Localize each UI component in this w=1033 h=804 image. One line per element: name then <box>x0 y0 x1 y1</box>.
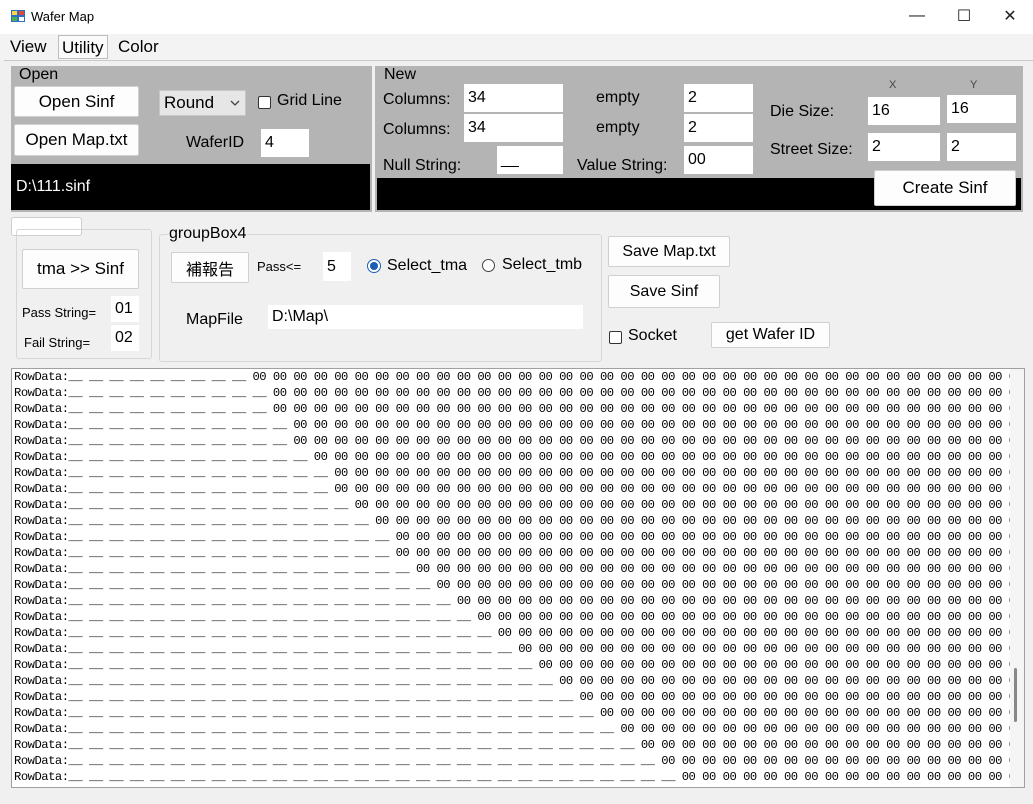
groupbox4-title: groupBox4 <box>168 225 248 243</box>
row-data-line: RowData:__ __ __ __ __ __ __ __ __ __ __… <box>12 785 1024 787</box>
row-data-line: RowData:__ __ __ __ __ __ __ __ __ __ __… <box>14 434 1025 448</box>
minimize-icon: — <box>909 7 925 24</box>
row-data-line: RowData:__ __ __ __ __ __ __ __ __ __ __… <box>14 514 1025 528</box>
row-data-line: RowData:__ __ __ __ __ __ __ __ __ __ __… <box>14 594 1025 608</box>
row-data-line: RowData:__ __ __ __ __ __ __ __ __ __ __… <box>14 546 1025 560</box>
chevron-down-icon <box>230 100 240 106</box>
title-bar <box>0 0 1033 34</box>
row-data-line: RowData:__ __ __ __ __ __ __ __ __ __ __… <box>14 658 1025 672</box>
street-size-y-input[interactable]: 2 <box>947 133 1016 161</box>
row-data-line: RowData:__ __ __ __ __ __ __ __ __ __ __… <box>14 418 1025 432</box>
select-tma-label: Select_tma <box>387 257 468 274</box>
value-string-input[interactable]: 00 <box>684 146 753 174</box>
columns-input-2[interactable]: 34 <box>464 114 563 142</box>
x-header: X <box>889 79 897 91</box>
minimize-button[interactable]: — <box>894 0 940 32</box>
select-tmb-label: Select_tmb <box>502 256 583 273</box>
row-data-line: RowData:__ __ __ __ __ __ __ __ __ __ __… <box>14 466 1025 480</box>
create-sinf-button[interactable]: Create Sinf <box>874 170 1016 206</box>
empty-label-2: empty <box>596 119 640 136</box>
row-data-line: RowData:__ __ __ __ __ __ __ __ __ __ 00… <box>14 386 1025 400</box>
pass-le-label: Pass<= <box>257 259 302 274</box>
shape-select-value: Round <box>164 93 215 112</box>
mapfile-label: MapFile <box>186 311 243 328</box>
row-data-line: RowData:__ __ __ __ __ __ __ __ __ __ __… <box>14 498 1025 512</box>
wafer-id-input[interactable]: 4 <box>261 129 309 157</box>
socket-label: Socket <box>628 327 677 344</box>
open-sinf-button[interactable]: Open Sinf <box>14 86 139 117</box>
open-group-title: Open <box>19 66 59 83</box>
row-data-line: RowData:__ __ __ __ __ __ __ __ __ __ __… <box>14 450 1025 464</box>
row-data-textarea[interactable]: RowData:__ __ __ __ __ __ __ __ __ 00 00… <box>11 368 1025 788</box>
menu-utility[interactable]: Utility <box>58 35 108 59</box>
columns-input-1[interactable]: 34 <box>464 84 563 112</box>
app-icon <box>11 10 25 22</box>
pass-le-input[interactable]: 5 <box>323 252 351 281</box>
socket-checkbox[interactable] <box>609 331 622 344</box>
grid-line-checkbox[interactable] <box>258 96 271 109</box>
die-size-label: Die Size: <box>770 103 835 120</box>
die-size-y-input[interactable]: 16 <box>947 95 1016 123</box>
empty-input-2[interactable]: 2 <box>684 114 753 142</box>
pass-string-label: Pass String= <box>22 305 97 320</box>
wafer-id-label: WaferID <box>186 134 245 151</box>
close-button[interactable]: ✕ <box>987 0 1033 32</box>
street-size-x-input[interactable]: 2 <box>868 133 940 161</box>
value-string-label: Value String: <box>577 157 668 174</box>
row-data-line: RowData:__ __ __ __ __ __ __ __ __ __ __… <box>14 690 1025 704</box>
save-map-button[interactable]: Save Map.txt <box>608 236 730 267</box>
menu-view[interactable]: View <box>7 35 50 59</box>
row-data-line: RowData:__ __ __ __ __ __ __ __ __ 00 00… <box>14 370 1025 384</box>
mapfile-input[interactable]: D:\Map\ <box>268 305 583 329</box>
street-size-label: Street Size: <box>770 141 853 158</box>
window-title: Wafer Map <box>31 9 95 24</box>
report-button[interactable]: 補報告 <box>171 252 249 283</box>
maximize-icon: ☐ <box>956 8 972 25</box>
columns-label-1: Columns: <box>383 91 451 108</box>
open-map-button[interactable]: Open Map.txt <box>14 124 139 156</box>
row-data-line: RowData:__ __ __ __ __ __ __ __ __ __ 00… <box>14 402 1025 416</box>
null-string-input[interactable]: __ <box>497 146 563 174</box>
row-data-line: RowData:__ __ __ __ __ __ __ __ __ __ __… <box>14 642 1025 656</box>
die-size-x-input[interactable]: 16 <box>868 97 940 125</box>
row-data-line: RowData:__ __ __ __ __ __ __ __ __ __ __… <box>14 562 1025 576</box>
empty-input-1[interactable]: 2 <box>684 84 753 112</box>
row-data-line: RowData:__ __ __ __ __ __ __ __ __ __ __… <box>14 770 1025 784</box>
save-sinf-button[interactable]: Save Sinf <box>608 275 720 308</box>
row-data-list: RowData:__ __ __ __ __ __ __ __ __ 00 00… <box>12 369 1025 787</box>
shape-select[interactable]: Round <box>159 90 246 116</box>
menu-color[interactable]: Color <box>115 35 162 59</box>
grid-line-label: Grid Line <box>277 92 342 109</box>
maximize-button[interactable]: ☐ <box>941 0 987 32</box>
scroll-thumb[interactable] <box>1014 668 1017 722</box>
select-tma-radio[interactable] <box>367 259 381 273</box>
row-data-line: RowData:__ __ __ __ __ __ __ __ __ __ __… <box>14 754 1025 768</box>
select-tmb-radio[interactable] <box>482 259 495 272</box>
new-group-title: New <box>384 66 417 83</box>
row-data-line: RowData:__ __ __ __ __ __ __ __ __ __ __… <box>14 530 1025 544</box>
y-header: Y <box>970 79 978 91</box>
close-icon: ✕ <box>1003 8 1017 25</box>
sinf-path-display: D:\111.sinf <box>11 164 370 210</box>
row-data-line: RowData:__ __ __ __ __ __ __ __ __ __ __… <box>14 674 1025 688</box>
fail-string-label: Fail String= <box>24 335 91 350</box>
row-data-line: RowData:__ __ __ __ __ __ __ __ __ __ __… <box>14 578 1025 592</box>
row-data-line: RowData:__ __ __ __ __ __ __ __ __ __ __… <box>14 722 1025 736</box>
columns-label-2: Columns: <box>383 121 451 138</box>
row-data-line: RowData:__ __ __ __ __ __ __ __ __ __ __… <box>14 738 1025 752</box>
vertical-scrollbar[interactable] <box>1010 369 1024 787</box>
empty-label-1: empty <box>596 89 640 106</box>
row-data-line: RowData:__ __ __ __ __ __ __ __ __ __ __… <box>14 706 1025 720</box>
null-string-label: Null String: <box>383 157 462 174</box>
get-wafer-id-button[interactable]: get Wafer ID <box>711 322 830 348</box>
tma-to-sinf-button[interactable]: tma >> Sinf <box>22 249 139 289</box>
row-data-line: RowData:__ __ __ __ __ __ __ __ __ __ __… <box>14 626 1025 640</box>
row-data-line: RowData:__ __ __ __ __ __ __ __ __ __ __… <box>14 482 1025 496</box>
row-data-line: RowData:__ __ __ __ __ __ __ __ __ __ __… <box>14 610 1025 624</box>
fail-string-input[interactable]: 02 <box>111 325 139 351</box>
pass-string-input[interactable]: 01 <box>111 296 139 322</box>
